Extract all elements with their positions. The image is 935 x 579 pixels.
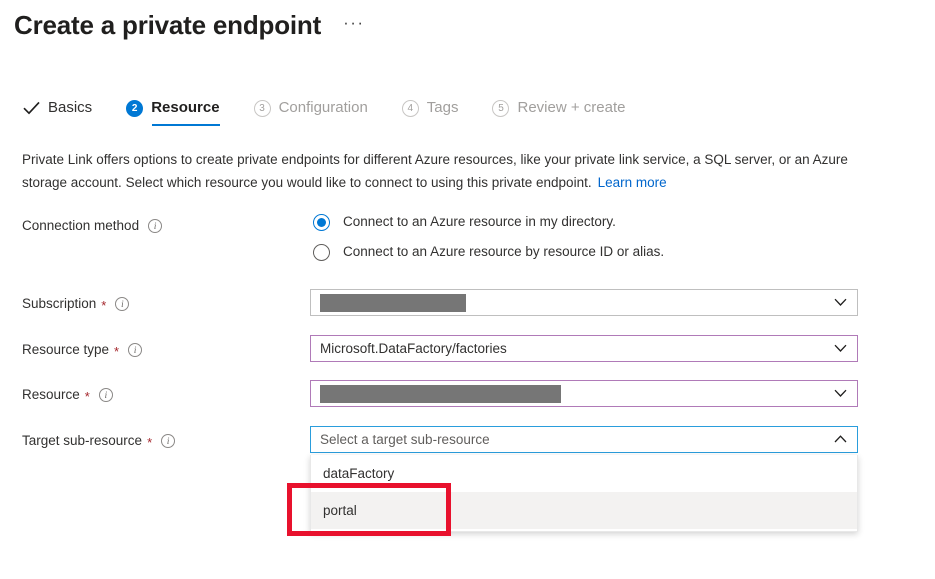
- step-number-4-icon: 4: [402, 100, 419, 117]
- option-portal[interactable]: portal: [311, 492, 857, 529]
- info-icon-resource-type[interactable]: i: [128, 343, 142, 357]
- radio-label-connect-by-resource-id: Connect to an Azure resource by resource…: [343, 243, 664, 261]
- radio-button-icon: [313, 244, 330, 261]
- chevron-up-icon[interactable]: [833, 433, 847, 447]
- required-marker: *: [147, 436, 152, 449]
- info-icon-subscription[interactable]: i: [115, 297, 129, 311]
- label-resource: Resource * i: [22, 386, 113, 404]
- radio-label-connect-in-directory: Connect to an Azure resource in my direc…: [343, 213, 616, 231]
- wizard-tabs: Basics 2 Resource 3 Configuration 4 Tags…: [22, 98, 659, 127]
- resource-type-value: Microsoft.DataFactory/factories: [320, 340, 833, 358]
- required-marker: *: [114, 345, 119, 358]
- tab-basics[interactable]: Basics: [22, 98, 110, 127]
- tab-review-create[interactable]: 5 Review + create: [492, 98, 643, 127]
- tab-label-tags: Tags: [427, 98, 459, 118]
- resource-dropdown[interactable]: [310, 380, 858, 407]
- target-sub-resource-option-list: dataFactory portal: [310, 455, 858, 532]
- chevron-down-icon[interactable]: [833, 296, 847, 310]
- label-subscription: Subscription * i: [22, 295, 129, 313]
- tab-label-configuration: Configuration: [279, 98, 368, 118]
- chevron-down-icon[interactable]: [833, 387, 847, 401]
- label-resource-type-text: Resource type: [22, 341, 109, 359]
- target-sub-resource-dropdown[interactable]: Select a target sub-resource: [310, 426, 858, 453]
- intro-text: Private Link offers options to create pr…: [22, 152, 848, 190]
- label-connection-method: Connection method i: [22, 217, 162, 235]
- radio-button-icon: [313, 214, 330, 231]
- resource-redacted-value: [320, 385, 561, 403]
- label-resource-type: Resource type * i: [22, 341, 142, 359]
- info-icon-connection-method[interactable]: i: [148, 219, 162, 233]
- label-subscription-text: Subscription: [22, 295, 96, 313]
- required-marker: *: [101, 299, 106, 312]
- label-target-sub-resource: Target sub-resource * i: [22, 432, 175, 450]
- tab-label-resource: Resource: [151, 98, 219, 118]
- tab-label-review-create: Review + create: [517, 98, 625, 118]
- label-connection-method-text: Connection method: [22, 217, 139, 235]
- step-number-5-icon: 5: [492, 100, 509, 117]
- tab-configuration[interactable]: 3 Configuration: [254, 98, 386, 127]
- option-datafactory[interactable]: dataFactory: [311, 455, 857, 492]
- page-header: Create a private endpoint ···: [14, 8, 367, 42]
- chevron-down-icon[interactable]: [833, 342, 847, 356]
- tab-resource[interactable]: 2 Resource: [126, 98, 237, 127]
- radio-connect-in-directory[interactable]: Connect to an Azure resource in my direc…: [313, 211, 664, 233]
- connection-method-radio-group: Connect to an Azure resource in my direc…: [313, 211, 664, 271]
- more-actions-icon[interactable]: ···: [341, 12, 366, 38]
- subscription-redacted-value: [320, 294, 466, 312]
- step-number-3-icon: 3: [254, 100, 271, 117]
- target-sub-resource-placeholder: Select a target sub-resource: [320, 431, 833, 449]
- label-resource-text: Resource: [22, 386, 80, 404]
- info-icon-resource[interactable]: i: [99, 388, 113, 402]
- required-marker: *: [85, 390, 90, 403]
- radio-connect-by-resource-id[interactable]: Connect to an Azure resource by resource…: [313, 241, 664, 263]
- info-icon-target-sub-resource[interactable]: i: [161, 434, 175, 448]
- tab-tags[interactable]: 4 Tags: [402, 98, 477, 127]
- subscription-dropdown[interactable]: [310, 289, 858, 316]
- check-icon: [22, 100, 40, 117]
- tab-label-basics: Basics: [48, 98, 92, 118]
- label-target-sub-resource-text: Target sub-resource: [22, 432, 142, 450]
- intro-paragraph: Private Link offers options to create pr…: [22, 148, 867, 194]
- page-title: Create a private endpoint: [14, 8, 321, 42]
- step-number-2-icon: 2: [126, 100, 143, 117]
- learn-more-link[interactable]: Learn more: [598, 175, 667, 190]
- resource-type-dropdown[interactable]: Microsoft.DataFactory/factories: [310, 335, 858, 362]
